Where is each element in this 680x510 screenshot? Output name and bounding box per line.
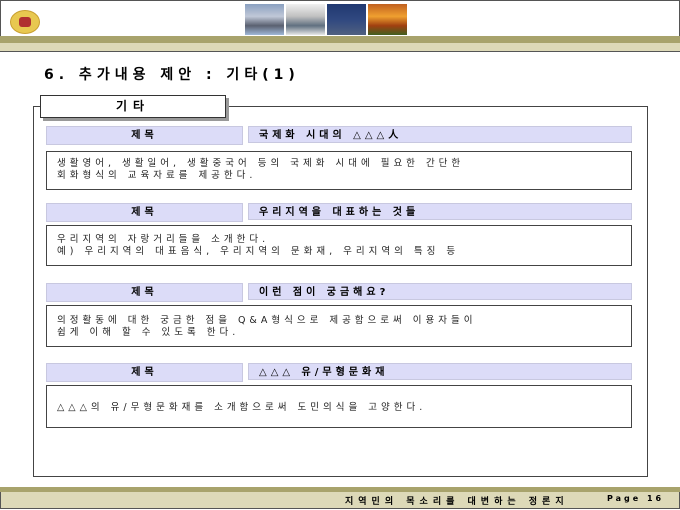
header-band [0,43,680,52]
label-title: 제목 [46,283,243,302]
body-line: 예) 우리지역의 대표음식, 우리지역의 문화재, 우리지역의 특징 등 [57,246,460,257]
section-body: 생활영어, 생활일어, 생활중국어 등의 국제화 시대에 필요한 간단한 회화형식… [46,151,632,190]
body-line: 쉽게 이해 할 수 있도록 한다. [57,327,240,338]
body-line: 생활영어, 생활일어, 생활중국어 등의 국제화 시대에 필요한 간단한 [57,158,465,169]
cover-thumbnail [286,4,325,35]
label-title: 제목 [46,363,243,382]
footer [0,492,680,509]
section-title: 이런 점이 궁금해요? [248,283,632,300]
body-line: △△△의 유/무형문화재를 소개함으로써 도민의식을 고양한다. [57,402,427,413]
section-title: 국제화 시대의 △△△人 [248,126,632,143]
page-number: Page 16 [607,494,665,503]
body-line: 회화형식의 교육자료를 제공한다. [57,170,257,181]
header-band [0,36,680,43]
page-title: 6. 추가내용 제안 : 기타(1) [44,67,300,83]
section-body: 의정활동에 대한 궁금한 점을 Q&A형식으로 제공함으로써 이용자들이 쉽게 이… [46,305,632,347]
section-tag: 기타 [40,95,226,118]
council-logo [10,10,40,34]
cover-thumbnail [327,4,366,35]
section-title: △△△ 유/무형문화재 [248,363,632,380]
body-line: 우리지역의 자랑거리들을 소개한다. [57,234,270,245]
label-title: 제목 [46,203,243,222]
section-body: 우리지역의 자랑거리들을 소개한다. 예) 우리지역의 대표음식, 우리지역의 문… [46,225,632,266]
section-title: 우리지역을 대표하는 것들 [248,203,632,220]
cover-thumbnail [368,4,407,35]
footer-slogan: 지역민의 목소리를 대변하는 정론지 [345,497,569,507]
cover-thumbnail [245,4,284,35]
label-title: 제목 [46,126,243,145]
body-line: 의정활동에 대한 궁금한 점을 Q&A형식으로 제공함으로써 이용자들이 [57,315,477,326]
section-body: △△△의 유/무형문화재를 소개함으로써 도민의식을 고양한다. [46,385,632,428]
